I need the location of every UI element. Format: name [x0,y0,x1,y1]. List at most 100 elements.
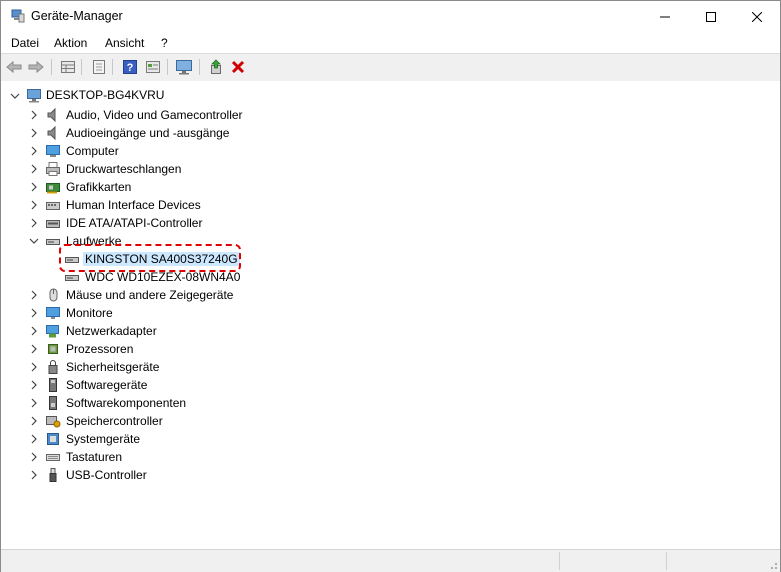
menu-datei[interactable]: Datei [11,36,39,50]
chevron-right-icon[interactable] [29,182,39,192]
device-tree: DESKTOP-BG4KVRU Audio, Video und Gamecon… [1,81,780,547]
update-driver-button[interactable] [207,58,225,76]
chevron-right-icon[interactable] [29,164,39,174]
status-divider [559,552,560,570]
monitor-icon [176,60,192,75]
chevron-right-icon[interactable] [29,218,39,228]
computer-icon [46,145,60,157]
network-adapter-icon [46,325,59,338]
tree-category-label[interactable]: Prozessoren [66,342,133,356]
toolbar-separator [199,59,200,75]
tree-category-label[interactable]: Computer [66,144,119,158]
toolbar-separator [81,59,82,75]
resize-grip-icon[interactable] [766,558,778,570]
tree-category-label[interactable]: Druckwarteschlangen [66,162,181,176]
chevron-down-icon[interactable] [10,91,20,101]
update-driver-icon [211,59,221,74]
back-button[interactable] [5,58,23,76]
toolbar-separator [51,59,52,75]
close-icon [752,11,762,22]
menu-bar: Datei Aktion Ansicht ? [1,32,780,53]
tree-category-label[interactable]: Tastaturen [66,450,122,464]
chevron-right-icon[interactable] [29,110,39,120]
software-component-icon [49,396,57,410]
tree-category-label[interactable]: Mäuse und andere Zeigegeräte [66,288,233,302]
speaker-icon [47,125,56,141]
tree-category-label[interactable]: Softwarekomponenten [66,396,186,410]
ide-controller-icon [46,220,60,228]
tree-category-label[interactable]: Systemgeräte [66,432,140,446]
menu-aktion[interactable]: Aktion [54,36,87,50]
chevron-right-icon[interactable] [29,128,39,138]
tree-category-label[interactable]: Sicherheitsgeräte [66,360,159,374]
chevron-right-icon[interactable] [29,200,39,210]
menu-help[interactable]: ? [161,36,168,50]
tree-category-label[interactable]: IDE ATA/ATAPI-Controller [66,216,202,230]
properties-grid-button[interactable] [59,58,77,76]
tree-category-label[interactable]: Grafikkarten [66,180,131,194]
tree-category-label[interactable]: Softwaregeräte [66,378,147,392]
selected-drive-highlight [59,244,241,272]
forward-button[interactable] [27,58,45,76]
tree-category-label[interactable]: Monitore [66,306,113,320]
speaker-icon [47,107,56,123]
uninstall-button[interactable] [229,58,247,76]
chevron-right-icon[interactable] [29,434,39,444]
document-icon [93,60,105,74]
menu-ansicht[interactable]: Ansicht [105,36,144,50]
tree-category-label[interactable]: Netzwerkadapter [66,324,157,338]
chevron-right-icon[interactable] [29,452,39,462]
chevron-right-icon[interactable] [29,380,39,390]
chevron-right-icon[interactable] [29,146,39,156]
system-device-icon [47,433,59,445]
software-device-icon [49,378,57,392]
tree-category-label[interactable]: Audioeingänge und -ausgänge [66,126,229,140]
help-button[interactable]: ? [121,58,139,76]
uninstall-icon [231,60,245,74]
close-button[interactable] [734,1,780,32]
tree-category-label[interactable]: Human Interface Devices [66,198,201,212]
tree-category-label[interactable]: USB-Controller [66,468,147,482]
tree-category-label[interactable]: Speichercontroller [66,414,163,428]
processor-icon [48,344,58,354]
chevron-right-icon[interactable] [29,308,39,318]
usb-icon [49,468,57,482]
monitor-icon [46,307,60,319]
tree-drive-label[interactable]: WDC WD10EZEX-08WN4A0 [85,270,240,284]
back-icon [6,60,22,74]
document-button[interactable] [90,58,108,76]
computer-root-icon [27,89,41,103]
properties-grid-icon [61,61,75,73]
scan-hardware-button[interactable] [175,58,193,76]
chevron-right-icon[interactable] [29,362,39,372]
details-icon [146,61,160,73]
tree-category-label[interactable]: Audio, Video und Gamecontroller [66,108,243,122]
window-title: Geräte-Manager [31,9,123,23]
toolbar: ? [1,53,780,82]
chevron-right-icon[interactable] [29,290,39,300]
chevron-down-icon[interactable] [29,236,39,246]
chevron-right-icon[interactable] [29,398,39,408]
chevron-right-icon[interactable] [29,416,39,426]
maximize-icon [706,11,716,22]
status-divider [666,552,667,570]
storage-controller-icon [46,416,61,428]
details-button[interactable] [144,58,162,76]
mouse-icon [49,288,58,302]
hid-icon [46,202,60,210]
maximize-button[interactable] [688,1,734,32]
toolbar-separator [167,59,168,75]
display-adapter-icon [46,183,60,194]
tree-root-label[interactable]: DESKTOP-BG4KVRU [46,88,164,102]
keyboard-icon [46,454,60,461]
security-device-icon [48,360,58,374]
title-bar: Geräte-Manager [1,1,780,32]
chevron-right-icon[interactable] [29,326,39,336]
chevron-right-icon[interactable] [29,344,39,354]
minimize-icon [660,16,670,17]
svg-text:?: ? [127,62,134,74]
device-manager-window: Geräte-Manager Datei Aktion Ansicht ? ? … [0,0,781,572]
status-bar [1,549,780,572]
chevron-right-icon[interactable] [29,470,39,480]
minimize-button[interactable] [642,1,688,32]
